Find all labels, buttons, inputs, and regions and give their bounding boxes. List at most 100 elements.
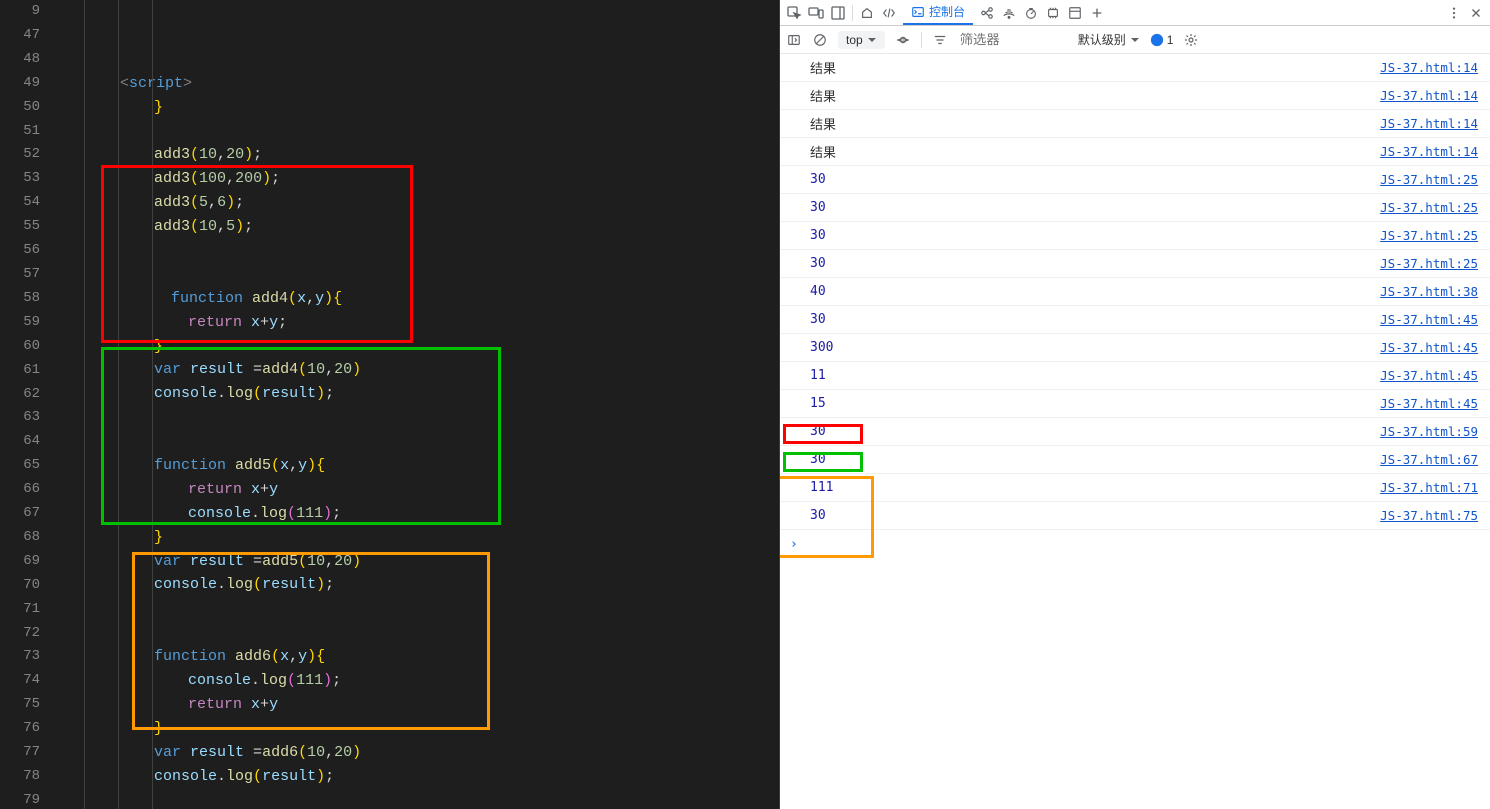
plus-icon[interactable]: [1089, 5, 1105, 21]
console-row[interactable]: 结果JS-37.html:14: [780, 54, 1490, 82]
console-prompt[interactable]: ›: [780, 530, 1490, 558]
network-tab-icon[interactable]: [1001, 5, 1017, 21]
code-line[interactable]: }: [60, 717, 779, 741]
devtools-tabbar: 控制台: [780, 0, 1490, 26]
code-line[interactable]: console.log(111);: [60, 669, 779, 693]
code-line[interactable]: var result =add4(10,20): [60, 358, 779, 382]
code-line[interactable]: console.log(result);: [60, 382, 779, 406]
code-line[interactable]: function add4(x,y){: [60, 287, 779, 311]
console-row[interactable]: 结果JS-37.html:14: [780, 110, 1490, 138]
console-source-link[interactable]: JS-37.html:71: [1380, 480, 1478, 495]
console-source-link[interactable]: JS-37.html:25: [1380, 228, 1478, 243]
console-row[interactable]: 30JS-37.html:25: [780, 250, 1490, 278]
line-number: 73: [0, 645, 40, 669]
code-line[interactable]: var result =add6(10,20): [60, 741, 779, 765]
console-row[interactable]: 111JS-37.html:71: [780, 474, 1490, 502]
code-line[interactable]: function add5(x,y){: [60, 454, 779, 478]
code-line[interactable]: return x+y: [60, 693, 779, 717]
application-tab-icon[interactable]: [1067, 5, 1083, 21]
code-line[interactable]: [60, 430, 779, 454]
live-expression-icon[interactable]: [895, 32, 911, 48]
console-row[interactable]: 300JS-37.html:45: [780, 334, 1490, 362]
code-line[interactable]: <script>: [60, 72, 779, 96]
code-line[interactable]: [60, 788, 779, 809]
close-devtools-icon[interactable]: [1468, 5, 1484, 21]
console-source-link[interactable]: JS-37.html:75: [1380, 508, 1478, 523]
console-message: 30: [810, 508, 1380, 523]
console-row[interactable]: 30JS-37.html:45: [780, 306, 1490, 334]
console-row[interactable]: 结果JS-37.html:14: [780, 138, 1490, 166]
device-toolbar-icon[interactable]: [808, 5, 824, 21]
console-message: 结果: [810, 114, 1380, 133]
code-line[interactable]: return x+y;: [60, 311, 779, 335]
tab-console[interactable]: 控制台: [903, 0, 973, 25]
console-source-link[interactable]: JS-37.html:25: [1380, 256, 1478, 271]
toggle-sidebar-icon[interactable]: [786, 32, 802, 48]
console-source-link[interactable]: JS-37.html:14: [1380, 116, 1478, 131]
console-source-link[interactable]: JS-37.html:14: [1380, 60, 1478, 75]
log-level-selector[interactable]: 默认级别: [1078, 31, 1140, 48]
console-filter-input[interactable]: [958, 30, 1058, 49]
console-row[interactable]: 11JS-37.html:45: [780, 362, 1490, 390]
code-line[interactable]: [60, 120, 779, 144]
console-source-link[interactable]: JS-37.html:45: [1380, 340, 1478, 355]
console-source-link[interactable]: JS-37.html:45: [1380, 312, 1478, 327]
console-row[interactable]: 30JS-37.html:67: [780, 446, 1490, 474]
console-source-link[interactable]: JS-37.html:25: [1380, 200, 1478, 215]
console-source-link[interactable]: JS-37.html:38: [1380, 284, 1478, 299]
console-row[interactable]: 30JS-37.html:25: [780, 166, 1490, 194]
code-line[interactable]: console.log(result);: [60, 765, 779, 789]
console-message: 结果: [810, 58, 1380, 77]
console-source-link[interactable]: JS-37.html:45: [1380, 368, 1478, 383]
console-source-link[interactable]: JS-37.html:59: [1380, 424, 1478, 439]
issues-button[interactable]: 1: [1150, 33, 1174, 47]
code-line[interactable]: [60, 597, 779, 621]
panel-icon[interactable]: [830, 5, 846, 21]
console-body[interactable]: 结果JS-37.html:14结果JS-37.html:14结果JS-37.ht…: [780, 54, 1490, 809]
code-line[interactable]: return x+y: [60, 478, 779, 502]
inspect-icon[interactable]: [786, 5, 802, 21]
code-line[interactable]: [60, 263, 779, 287]
code-editor[interactable]: 9474849505152535455565758596061626364656…: [0, 0, 780, 809]
console-settings-icon[interactable]: [1183, 32, 1199, 48]
line-number: 79: [0, 789, 40, 809]
code-area[interactable]: <script>}add3(10,20);add3(100,200);add3(…: [60, 0, 779, 809]
code-line[interactable]: function add6(x,y){: [60, 645, 779, 669]
console-row[interactable]: 30JS-37.html:25: [780, 194, 1490, 222]
console-row[interactable]: 30JS-37.html:75: [780, 502, 1490, 530]
code-line[interactable]: console.log(111);: [60, 502, 779, 526]
performance-tab-icon[interactable]: [1023, 5, 1039, 21]
execution-context-selector[interactable]: top: [838, 31, 885, 49]
code-line[interactable]: [60, 406, 779, 430]
code-line[interactable]: add3(10,5);: [60, 215, 779, 239]
code-line[interactable]: add3(10,20);: [60, 143, 779, 167]
code-line[interactable]: console.log(result);: [60, 573, 779, 597]
line-number: 75: [0, 693, 40, 717]
console-source-link[interactable]: JS-37.html:45: [1380, 396, 1478, 411]
welcome-tab-icon[interactable]: [859, 5, 875, 21]
code-line[interactable]: [60, 239, 779, 263]
console-source-link[interactable]: JS-37.html:67: [1380, 452, 1478, 467]
console-row[interactable]: 15JS-37.html:45: [780, 390, 1490, 418]
line-number: 76: [0, 717, 40, 741]
console-source-link[interactable]: JS-37.html:25: [1380, 172, 1478, 187]
console-row[interactable]: 30JS-37.html:59: [780, 418, 1490, 446]
code-line[interactable]: [60, 621, 779, 645]
sources-tab-icon[interactable]: [979, 5, 995, 21]
more-icon[interactable]: [1446, 5, 1462, 21]
code-line[interactable]: }: [60, 96, 779, 120]
elements-tab-icon[interactable]: [881, 5, 897, 21]
code-line[interactable]: add3(5,6);: [60, 191, 779, 215]
code-line[interactable]: add3(100,200);: [60, 167, 779, 191]
code-line[interactable]: }: [60, 526, 779, 550]
memory-tab-icon[interactable]: [1045, 5, 1061, 21]
console-source-link[interactable]: JS-37.html:14: [1380, 88, 1478, 103]
filter-icon[interactable]: [932, 32, 948, 48]
console-source-link[interactable]: JS-37.html:14: [1380, 144, 1478, 159]
console-row[interactable]: 结果JS-37.html:14: [780, 82, 1490, 110]
console-row[interactable]: 40JS-37.html:38: [780, 278, 1490, 306]
code-line[interactable]: }: [60, 335, 779, 359]
clear-console-icon[interactable]: [812, 32, 828, 48]
code-line[interactable]: var result =add5(10,20): [60, 550, 779, 574]
console-row[interactable]: 30JS-37.html:25: [780, 222, 1490, 250]
